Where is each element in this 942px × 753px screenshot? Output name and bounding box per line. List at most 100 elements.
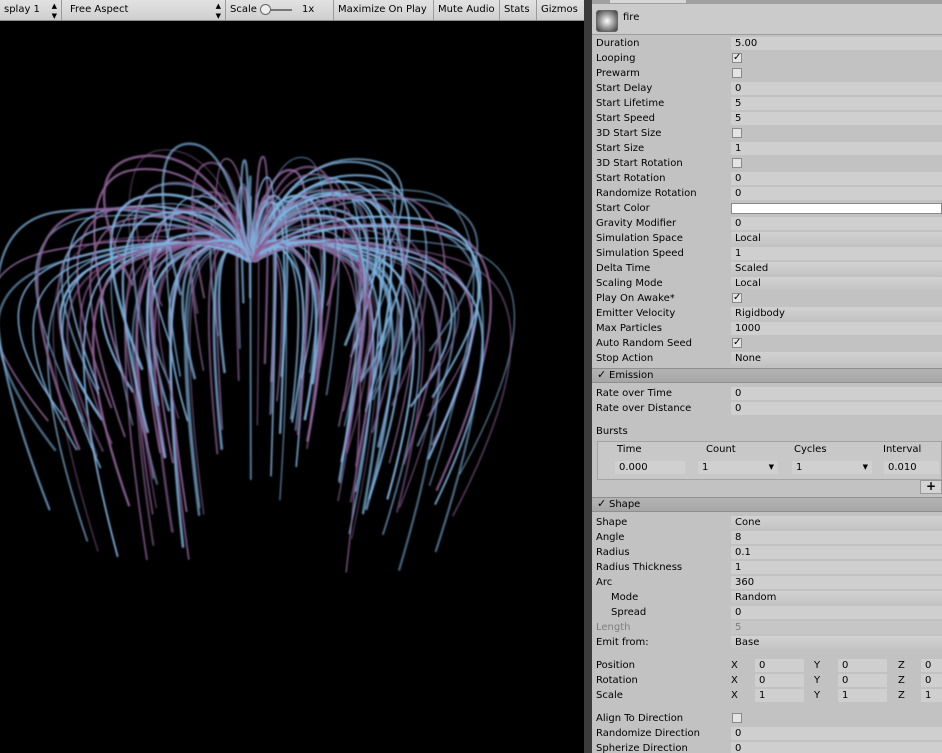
chevron-down-icon[interactable]: ▼	[769, 461, 774, 474]
stats-label: Stats	[504, 4, 530, 15]
scale-x-field[interactable]: 1	[755, 689, 804, 702]
position-z-field[interactable]: 0	[921, 659, 942, 672]
auto-random-seed-row: Auto Random Seed ✓	[592, 336, 942, 351]
radius-thickness-field[interactable]: 1	[731, 561, 942, 574]
game-viewport[interactable]	[0, 21, 584, 753]
start-size-field[interactable]: 1	[731, 142, 942, 155]
arc-field[interactable]: 360	[731, 576, 942, 589]
gizmos-button[interactable]: Gizmos	[537, 0, 584, 20]
display-dropdown[interactable]: splay 1 ▲ ▼	[0, 0, 62, 20]
angle-field[interactable]: 8	[731, 531, 942, 544]
shape-title: Shape	[609, 499, 641, 510]
position-y-field[interactable]: 0	[838, 659, 887, 672]
radius-field[interactable]: 0.1	[731, 546, 942, 559]
duration-field[interactable]: 5.00	[731, 37, 942, 50]
aspect-label: Free Aspect	[70, 4, 129, 15]
panel-divider[interactable]	[584, 0, 592, 753]
delta-time-dropdown[interactable]: Scaled	[731, 262, 942, 275]
emission-module-header[interactable]: ✓ Emission	[592, 368, 942, 383]
inspector-panel: fire Duration 5.00 Looping ✓ Prewarm Start De…	[592, 0, 942, 753]
updown-icon: ▲ ▼	[51, 2, 57, 20]
aspect-dropdown[interactable]: Free Aspect ▲ ▼	[66, 0, 226, 20]
max-particles-field[interactable]: 1000	[731, 322, 942, 335]
rate-over-distance-field[interactable]: 0	[731, 402, 942, 415]
scale-z-field[interactable]: 1	[921, 689, 942, 702]
play-on-awake-checkbox[interactable]: ✓	[732, 293, 742, 303]
property-label: Start Color	[596, 203, 650, 214]
property-label: Radius Thickness	[596, 562, 683, 573]
burst-time-field[interactable]: 0.000	[615, 461, 685, 474]
length-row: Length 5	[592, 620, 942, 635]
mute-audio-button[interactable]: Mute Audio	[434, 0, 500, 20]
add-burst-button[interactable]: +	[920, 480, 942, 494]
stats-button[interactable]: Stats	[500, 0, 537, 20]
scale-row: Scale X 1 Y 1 Z 1	[592, 688, 942, 703]
spherize-direction-field[interactable]: 0	[731, 742, 942, 753]
start-size-row: Start Size 1	[592, 141, 942, 156]
start-delay-field[interactable]: 0	[731, 82, 942, 95]
burst-interval-field[interactable]: 0.010	[884, 461, 939, 474]
chevron-down-icon[interactable]: ▼	[863, 461, 868, 474]
axis-z-label: Z	[898, 675, 905, 686]
randomize-rotation-field[interactable]: 0	[731, 187, 942, 200]
start-lifetime-field[interactable]: 5	[731, 97, 942, 110]
inspector-tab[interactable]	[610, 0, 686, 3]
rate-over-time-row: Rate over Time 0	[592, 386, 942, 401]
shape-dropdown[interactable]: Cone	[731, 516, 942, 529]
axis-x-label: X	[731, 690, 738, 701]
checkmark-icon[interactable]: ✓	[597, 368, 606, 381]
rate-over-time-field[interactable]: 0	[731, 387, 942, 400]
start-color-swatch[interactable]	[731, 203, 942, 214]
radius-row: Radius 0.1	[592, 545, 942, 560]
property-label: Align To Direction	[596, 713, 684, 724]
3d-start-size-checkbox[interactable]	[732, 128, 742, 138]
burst-count-field[interactable]: 1 ▼	[698, 461, 778, 474]
game-toolbar: splay 1 ▲ ▼ Free Aspect ▲ ▼ Scale 1x Maxim…	[0, 0, 584, 21]
3d-start-rotation-checkbox[interactable]	[732, 158, 742, 168]
property-label: Emitter Velocity	[596, 308, 676, 319]
simulation-space-dropdown[interactable]: Local	[731, 232, 942, 245]
rotation-x-field[interactable]: 0	[755, 674, 804, 687]
property-label: Position	[596, 660, 635, 671]
bursts-header-time: Time	[617, 444, 642, 455]
emit-from-dropdown[interactable]: Base	[731, 636, 942, 649]
position-x-field[interactable]: 0	[755, 659, 804, 672]
property-label: Spread	[611, 607, 647, 618]
stop-action-dropdown[interactable]: None	[731, 352, 942, 365]
spread-field[interactable]: 0	[731, 606, 942, 619]
gravity-modifier-field[interactable]: 0	[731, 217, 942, 230]
prewarm-checkbox[interactable]	[732, 68, 742, 78]
particle-system-icon	[596, 10, 618, 32]
play-on-awake-row: Play On Awake* ✓	[592, 291, 942, 306]
rotation-z-field[interactable]: 0	[921, 674, 942, 687]
scale-y-field[interactable]: 1	[838, 689, 887, 702]
property-label: Start Size	[596, 143, 645, 154]
randomize-direction-field[interactable]: 0	[731, 727, 942, 740]
mode-dropdown[interactable]: Random	[731, 591, 942, 604]
align-to-direction-checkbox[interactable]	[732, 713, 742, 723]
property-label: Prewarm	[596, 68, 640, 79]
auto-random-seed-checkbox[interactable]: ✓	[732, 338, 742, 348]
randomize-rotation-row: Randomize Rotation 0	[592, 186, 942, 201]
scale-slider-thumb[interactable]	[260, 4, 271, 15]
property-label: 3D Start Rotation	[596, 158, 683, 169]
property-label: Scaling Mode	[596, 278, 663, 289]
burst-cycles-field[interactable]: 1 ▼	[792, 461, 872, 474]
maximize-on-play-button[interactable]: Maximize On Play	[334, 0, 434, 20]
scaling-mode-dropdown[interactable]: Local	[731, 277, 942, 290]
plus-icon: +	[925, 479, 937, 493]
looping-checkbox[interactable]: ✓	[732, 53, 742, 63]
checkmark-icon[interactable]: ✓	[597, 497, 606, 510]
max-particles-row: Max Particles 1000	[592, 321, 942, 336]
start-rotation-field[interactable]: 0	[731, 172, 942, 185]
bursts-row: Bursts	[592, 424, 942, 439]
rotation-y-field[interactable]: 0	[838, 674, 887, 687]
start-speed-field[interactable]: 5	[731, 112, 942, 125]
start-color-row: Start Color	[592, 201, 942, 216]
scale-control: Scale 1x	[226, 0, 334, 20]
emitter-velocity-dropdown[interactable]: Rigidbody	[731, 307, 942, 320]
simulation-speed-field[interactable]: 1	[731, 247, 942, 260]
property-label: Spherize Direction	[596, 743, 688, 753]
bursts-label: Bursts	[596, 426, 628, 437]
shape-module-header[interactable]: ✓ Shape	[592, 497, 942, 512]
